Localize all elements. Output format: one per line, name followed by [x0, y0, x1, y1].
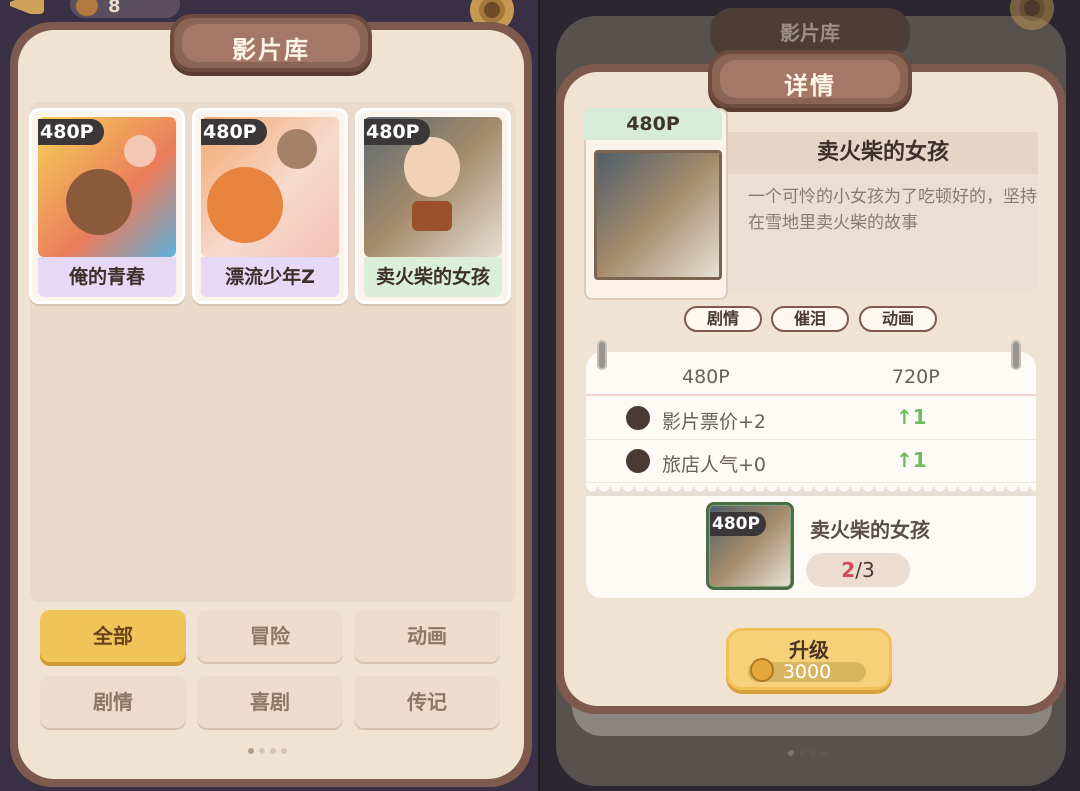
current-quality: 480P: [682, 366, 730, 388]
tag-tearjerker: 催泪: [771, 306, 849, 332]
film-price-badge: 480P: [364, 119, 430, 145]
coin-icon: [750, 658, 774, 682]
requirement-price: 480P: [710, 512, 766, 536]
hud-count: 8: [108, 0, 121, 17]
library-title: 影片库: [232, 36, 310, 64]
wave-divider: [586, 486, 1036, 496]
filter-animation[interactable]: 动画: [354, 610, 500, 662]
filter-biography[interactable]: 传记: [354, 676, 500, 728]
film-card-2[interactable]: 480P 漂流少年Z: [192, 108, 348, 304]
detail-description: 一个可怜的小女孩为了吃顿好的，坚持在雪地里卖火柴的故事: [748, 187, 1037, 233]
film-card-1[interactable]: 480P 俺的青春: [29, 108, 185, 304]
stat-row-ticket: 影片票价+2 ↑1: [586, 397, 1036, 440]
film-name: 俺的青春: [38, 257, 176, 297]
requirement-name: 卖火柴的女孩: [810, 518, 930, 542]
film-price-badge: 480P: [201, 119, 267, 145]
film-name: 漂流少年Z: [201, 257, 339, 297]
tag-animation: 动画: [859, 306, 937, 332]
next-quality: 720P: [892, 366, 940, 388]
filter-adventure[interactable]: 冒险: [197, 610, 343, 662]
tag-drama: 剧情: [684, 306, 762, 332]
filter-comedy[interactable]: 喜剧: [197, 676, 343, 728]
progress-total: /3: [855, 558, 875, 582]
stat-delta: ↑1: [896, 405, 927, 429]
requirement-progress: 2/3: [806, 553, 910, 587]
popularity-icon: [626, 449, 650, 473]
upgrade-label: 升级: [789, 638, 829, 662]
stats-header: 480P 720P: [586, 360, 1036, 396]
library-title-plate: 影片库: [170, 14, 372, 72]
cookie-icon: [626, 406, 650, 430]
film-card-3[interactable]: 480P 卖火柴的女孩: [355, 108, 511, 304]
stat-label: 影片票价+2: [662, 411, 767, 433]
detail-price-tab: 480P: [584, 108, 722, 140]
page-indicator: [248, 748, 287, 754]
film-price-badge: 480P: [38, 119, 104, 145]
film-name: 卖火柴的女孩: [364, 257, 502, 297]
detail-title: 详情: [784, 72, 836, 100]
stat-row-popularity: 旅店人气+0 ↑1: [586, 440, 1036, 483]
stat-delta: ↑1: [896, 448, 927, 472]
detail-poster: [594, 150, 722, 280]
detail-title-plate: 详情: [708, 50, 912, 108]
detail-film-name: 卖火柴的女孩: [728, 132, 1038, 174]
progress-current: 2: [841, 558, 856, 582]
stat-label: 旅店人气+0: [662, 454, 767, 476]
filter-all[interactable]: 全部: [40, 610, 186, 662]
page-indicator: [788, 750, 827, 756]
filter-drama[interactable]: 剧情: [40, 676, 186, 728]
